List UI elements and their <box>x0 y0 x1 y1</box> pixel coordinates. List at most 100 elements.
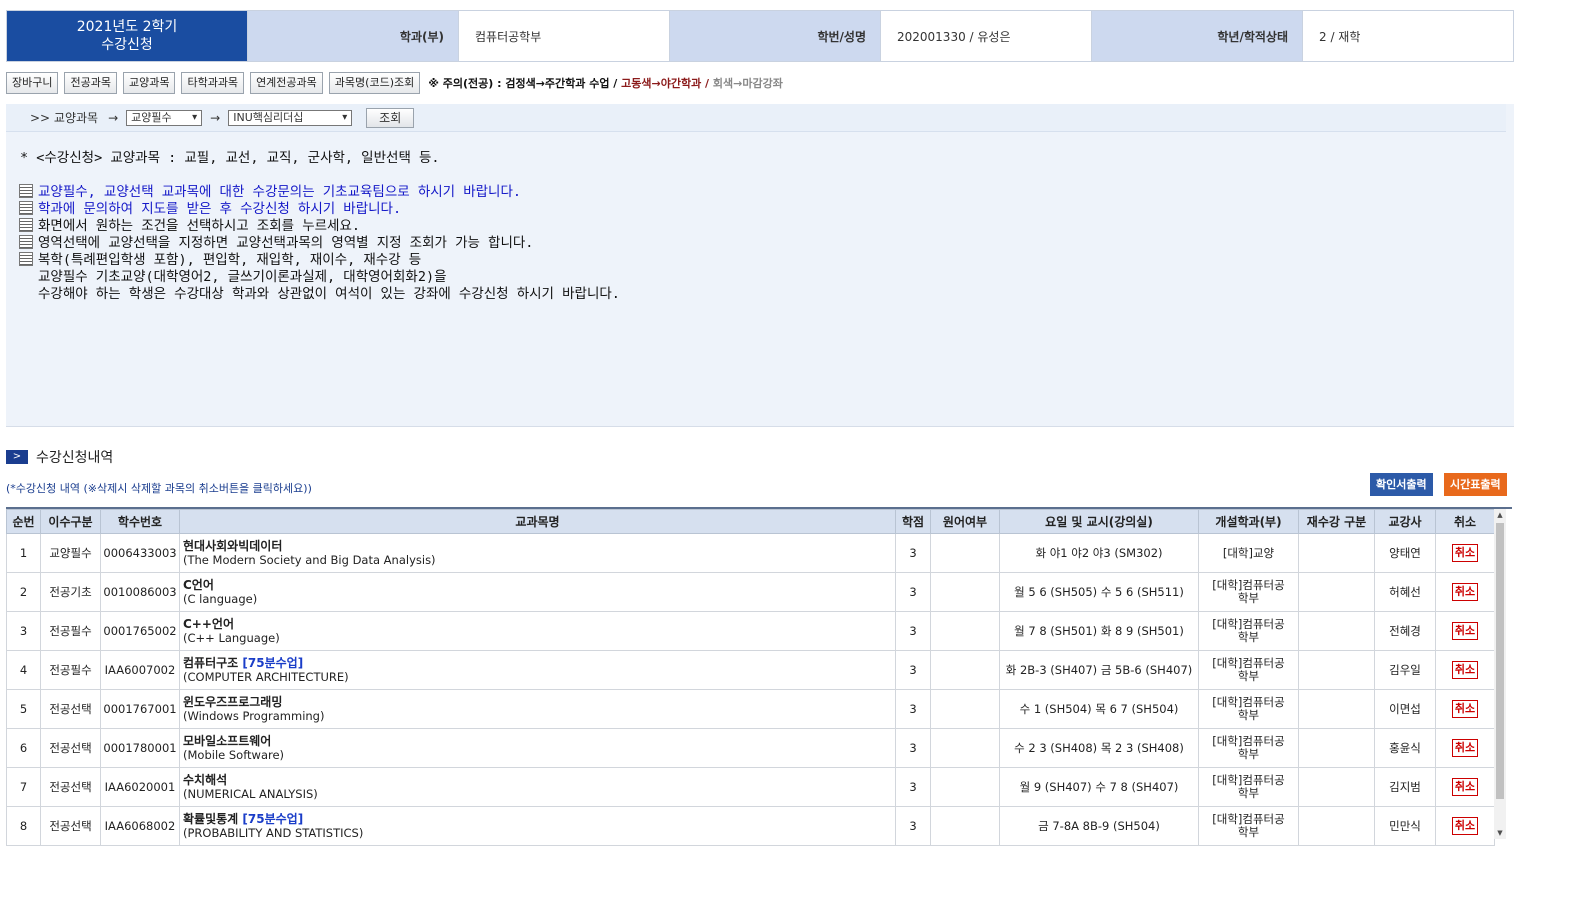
credit: 3 <box>895 728 931 768</box>
course-name: 확률및통계 [75분수업] <box>183 812 304 826</box>
other-dept-button[interactable]: 타학과과목 <box>181 72 245 94</box>
language <box>930 572 1000 612</box>
offering-dept: [대학]컴퓨터공 학부 <box>1198 572 1299 612</box>
offering-dept: [대학]교양 <box>1198 533 1299 573</box>
table-row: 7 전공선택 IAA6020001 수치해석 (NUMERICAL ANALYSIS)… <box>6 767 1495 807</box>
credit: 3 <box>895 806 931 846</box>
professor: 전혜경 <box>1374 611 1436 651</box>
print-timetable-button[interactable]: 시간표출력 <box>1444 473 1507 496</box>
arrow-2: → <box>210 110 221 125</box>
course-code: 0001780001 <box>100 728 180 768</box>
row-no: 7 <box>6 767 41 807</box>
course-tag: [75분수업] <box>242 812 304 826</box>
bullet-icon <box>19 252 33 266</box>
offering-dept: [대학]컴퓨터공 학부 <box>1198 650 1299 690</box>
guide-line: 수강해야 하는 학생은 수강대상 학과와 상관없이 여석이 있는 강좌에 수강신… <box>38 286 620 302</box>
cancel-cell: 취소 <box>1435 572 1495 612</box>
table-row: 4 전공필수 IAA6007002 컴퓨터구조 [75분수업] (COMPUTER AR… <box>6 650 1495 690</box>
course-name: 현대사회와빅데이터 <box>183 539 283 553</box>
col-header-language: 원어여부 <box>930 509 1000 534</box>
cancel-button[interactable]: 취소 <box>1451 583 1479 601</box>
course-name-cell: 모바일소프트웨어 (Mobile Software) <box>179 728 896 768</box>
course-name-cell: 수치해석 (NUMERICAL ANALYSIS) <box>179 767 896 807</box>
course-code: IAA6007002 <box>100 650 180 690</box>
row-no: 4 <box>6 650 41 690</box>
major-courses-button[interactable]: 전공과목 <box>64 72 117 94</box>
cancel-button[interactable]: 취소 <box>1451 700 1479 718</box>
course-code: IAA6068002 <box>100 806 180 846</box>
professor: 민만식 <box>1374 806 1436 846</box>
course-name-en: (C language) <box>183 592 258 606</box>
cancel-cell: 취소 <box>1435 533 1495 573</box>
notice-closed: 회색→마감강좌 <box>712 77 783 90</box>
course-search-button[interactable]: 과목명(코드)조회 <box>328 72 421 94</box>
retake <box>1298 611 1375 651</box>
search-button[interactable]: 조회 <box>366 107 415 128</box>
area-select[interactable]: INU핵심리더십 <box>228 109 353 126</box>
schedule: 수 2 3 (SH408) 목 2 3 (SH408) <box>999 728 1199 768</box>
cancel-button[interactable]: 취소 <box>1451 622 1479 640</box>
col-header-credit: 학점 <box>895 509 931 534</box>
course-name: 모바일소프트웨어 <box>183 734 272 748</box>
delete-hint: (*수강신청 내역 (※삭제시 삭제할 과목의 취소버튼을 클릭하세요)) <box>6 482 312 495</box>
language <box>930 689 1000 729</box>
retake <box>1298 533 1375 573</box>
liberal-arts-button[interactable]: 교양과목 <box>122 72 176 94</box>
offering-dept: [대학]컴퓨터공 학부 <box>1198 806 1299 846</box>
cancel-button[interactable]: 취소 <box>1451 544 1479 562</box>
schedule: 월 7 8 (SH501) 화 8 9 (SH501) <box>999 611 1199 651</box>
course-code: 0001765002 <box>100 611 180 651</box>
course-name-en: (Windows Programming) <box>183 709 325 723</box>
course-name-cell: C++언어 (C++ Language) <box>179 611 896 651</box>
course-name-en: (COMPUTER ARCHITECTURE) <box>183 670 349 684</box>
cancel-cell: 취소 <box>1435 728 1495 768</box>
student-id-label: 학번/성명 <box>669 11 880 61</box>
color-legend-notice: ※ 주의(전공) : 검정색→주간학과 수업 / 고동색→야간학과 / 회색→마… <box>428 75 783 91</box>
course-name: C언어 <box>183 578 214 592</box>
language <box>930 767 1000 807</box>
retake <box>1298 689 1375 729</box>
professor: 허혜선 <box>1374 572 1436 612</box>
scroll-down-icon[interactable]: ▼ <box>1494 827 1506 839</box>
schedule: 화 야1 야2 야3 (SM302) <box>999 533 1199 573</box>
enrollment-table: 순번 이수구분 학수번호 교과목명 학점 원어여부 요일 및 교시(강의실) 개… <box>6 509 1495 846</box>
cancel-cell: 취소 <box>1435 611 1495 651</box>
term-year: 2021년도 2학기 <box>76 19 178 35</box>
offering-dept: [대학]컴퓨터공 학부 <box>1198 689 1299 729</box>
guide-text: * <수강신청> 교양과목 : 교필, 교선, 교직, 군사학, 일반선택 등.… <box>19 150 620 303</box>
category-select[interactable]: 교양필수 <box>126 109 203 126</box>
professor: 김지범 <box>1374 767 1436 807</box>
course-type: 전공선택 <box>40 728 101 768</box>
retake <box>1298 728 1375 768</box>
course-name-en: (NUMERICAL ANALYSIS) <box>183 787 318 801</box>
cart-button[interactable]: 장바구니 <box>6 72 59 94</box>
course-name: 컴퓨터구조 [75분수업] <box>183 656 304 670</box>
print-confirmation-button[interactable]: 확인서출력 <box>1370 473 1433 496</box>
cancel-cell: 취소 <box>1435 767 1495 807</box>
offering-dept: [대학]컴퓨터공 학부 <box>1198 728 1299 768</box>
col-header-no: 순번 <box>6 509 41 534</box>
table-scrollbar[interactable]: ▲ ▼ <box>1494 509 1506 839</box>
scroll-up-icon[interactable]: ▲ <box>1494 509 1506 521</box>
col-header-type: 이수구분 <box>40 509 101 534</box>
course-name-en: (PROBABILITY AND STATISTICS) <box>183 826 364 840</box>
schedule: 금 7-8A 8B-9 (SH504) <box>999 806 1199 846</box>
language <box>930 650 1000 690</box>
scroll-thumb[interactable] <box>1496 523 1504 799</box>
cancel-button[interactable]: 취소 <box>1451 661 1479 679</box>
cancel-cell: 취소 <box>1435 806 1495 846</box>
row-no: 3 <box>6 611 41 651</box>
row-no: 2 <box>6 572 41 612</box>
col-header-course: 교과목명 <box>179 509 896 534</box>
table-row: 3 전공필수 0001765002 C++언어 (C++ Language) 3 월 7 … <box>6 611 1495 651</box>
cancel-button[interactable]: 취소 <box>1451 817 1479 835</box>
linked-major-button[interactable]: 연계전공과목 <box>250 72 323 94</box>
schedule: 화 2B-3 (SH407) 금 5B-6 (SH407) <box>999 650 1199 690</box>
cancel-button[interactable]: 취소 <box>1451 739 1479 757</box>
course-name-cell: 컴퓨터구조 [75분수업] (COMPUTER ARCHITECTURE) <box>179 650 896 690</box>
cancel-button[interactable]: 취소 <box>1451 778 1479 796</box>
row-no: 1 <box>6 533 41 573</box>
row-no: 8 <box>6 806 41 846</box>
course-code: 0006433003 <box>100 533 180 573</box>
schedule: 월 5 6 (SH505) 수 5 6 (SH511) <box>999 572 1199 612</box>
